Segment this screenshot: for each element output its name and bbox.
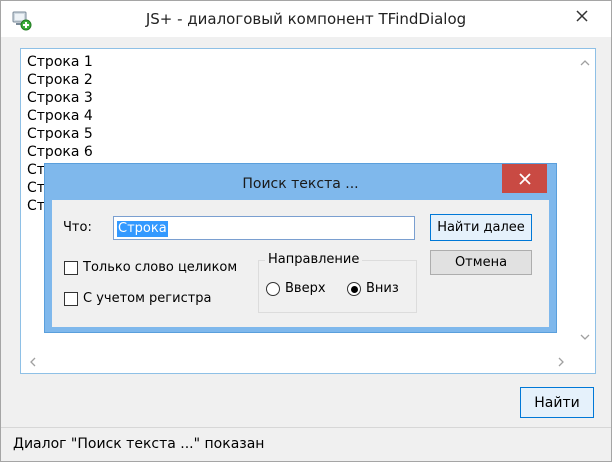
memo-line: Строка 1 xyxy=(27,54,93,70)
radio-down[interactable] xyxy=(347,282,361,296)
scroll-left-icon[interactable] xyxy=(25,354,41,370)
find-button[interactable]: Найти xyxy=(520,387,594,418)
radio-selected-dot xyxy=(350,285,358,293)
close-button[interactable] xyxy=(559,2,605,30)
window-title: JS+ - диалоговый компонент TFindDialog xyxy=(145,10,467,28)
scroll-down-icon[interactable] xyxy=(577,329,593,345)
close-icon xyxy=(518,172,531,185)
status-bar: Диалог "Поиск текста ..." показан xyxy=(1,427,611,461)
vertical-scrollbar[interactable] xyxy=(575,49,595,353)
horizontal-scrollbar[interactable] xyxy=(21,352,595,373)
radio-up[interactable] xyxy=(266,282,280,296)
dialog-title: Поиск текста ... xyxy=(242,176,359,192)
main-window: JS+ - диалоговый компонент TFindDialog С… xyxy=(0,0,612,462)
scroll-up-icon[interactable] xyxy=(577,55,593,71)
find-dialog: Поиск текста ... Что: Строка Найти далее… xyxy=(44,163,557,333)
search-input[interactable]: Строка xyxy=(113,216,415,240)
whole-word-label: Только слово целиком xyxy=(83,260,238,275)
match-case-checkbox[interactable] xyxy=(64,292,78,306)
dialog-close-button[interactable] xyxy=(502,164,547,193)
memo-line: Строка 4 xyxy=(27,108,93,124)
close-icon xyxy=(576,10,588,22)
radio-up-label: Вверх xyxy=(285,281,326,296)
status-text: Диалог "Поиск текста ..." показан xyxy=(13,436,265,452)
what-label: Что: xyxy=(63,220,92,235)
search-input-value: Строка xyxy=(117,221,168,237)
memo-line: Строка 5 xyxy=(27,126,93,142)
memo-line: Строка 2 xyxy=(27,72,93,88)
scroll-right-icon[interactable] xyxy=(553,354,569,370)
direction-group: Направление Вверх Вниз xyxy=(258,252,417,313)
direction-title: Направление xyxy=(265,252,363,267)
memo-line: Строка 6 xyxy=(27,144,93,160)
memo-line: Строка 3 xyxy=(27,90,93,106)
dialog-body: Что: Строка Найти далее Отмена Только сл… xyxy=(52,200,549,327)
whole-word-checkbox[interactable] xyxy=(64,261,78,275)
title-bar: JS+ - диалоговый компонент TFindDialog xyxy=(1,1,611,37)
radio-down-label: Вниз xyxy=(366,281,399,296)
match-case-label: С учетом регистра xyxy=(83,291,212,306)
cancel-button[interactable]: Отмена xyxy=(430,250,532,275)
find-next-button[interactable]: Найти далее xyxy=(430,214,532,241)
